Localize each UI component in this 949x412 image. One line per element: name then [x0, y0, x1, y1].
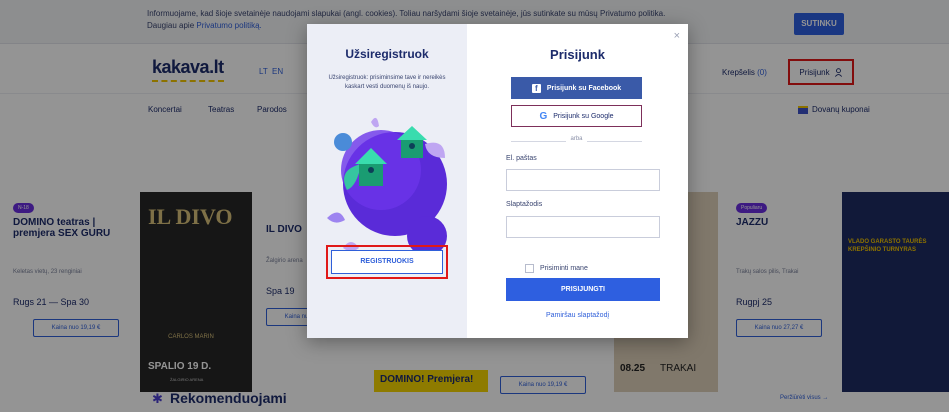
- google-login-label: Prisijunk su Google: [553, 112, 614, 120]
- login-submit-button[interactable]: PRISIJUNGTI: [506, 278, 660, 301]
- close-icon[interactable]: ×: [674, 30, 680, 42]
- login-title: Prisijunk: [550, 47, 605, 62]
- forgot-password-link[interactable]: Pamiršau slaptažodį: [467, 312, 688, 319]
- or-divider: arba: [511, 136, 642, 146]
- divider-line: [587, 141, 642, 142]
- register-panel: Užsiregistruok Užsiregistruok: prisimins…: [307, 24, 467, 338]
- login-panel: × Prisijunk f Prisijunk su Facebook G Pr…: [467, 24, 688, 338]
- email-label: El. paštas: [506, 155, 537, 162]
- facebook-icon: f: [531, 83, 541, 93]
- remember-me[interactable]: Prisiminti mane: [525, 264, 588, 273]
- password-field[interactable]: [506, 216, 660, 238]
- remember-label: Prisiminti mane: [540, 265, 588, 272]
- google-login-button[interactable]: G Prisijunk su Google: [511, 105, 642, 127]
- facebook-login-label: Prisijunk su Facebook: [546, 84, 622, 92]
- email-field[interactable]: [506, 169, 660, 191]
- register-button[interactable]: REGISTRUOKIS: [331, 250, 443, 274]
- facebook-login-button[interactable]: f Prisijunk su Facebook: [511, 77, 642, 99]
- register-title: Užsiregistruok: [345, 47, 429, 61]
- password-label: Slaptažodis: [506, 201, 543, 208]
- register-description: Užsiregistruok: prisiminsime tave ir ner…: [328, 75, 446, 90]
- remember-checkbox[interactable]: [525, 264, 534, 273]
- auth-modal: Užsiregistruok Užsiregistruok: prisimins…: [307, 24, 688, 338]
- google-icon: G: [539, 110, 548, 122]
